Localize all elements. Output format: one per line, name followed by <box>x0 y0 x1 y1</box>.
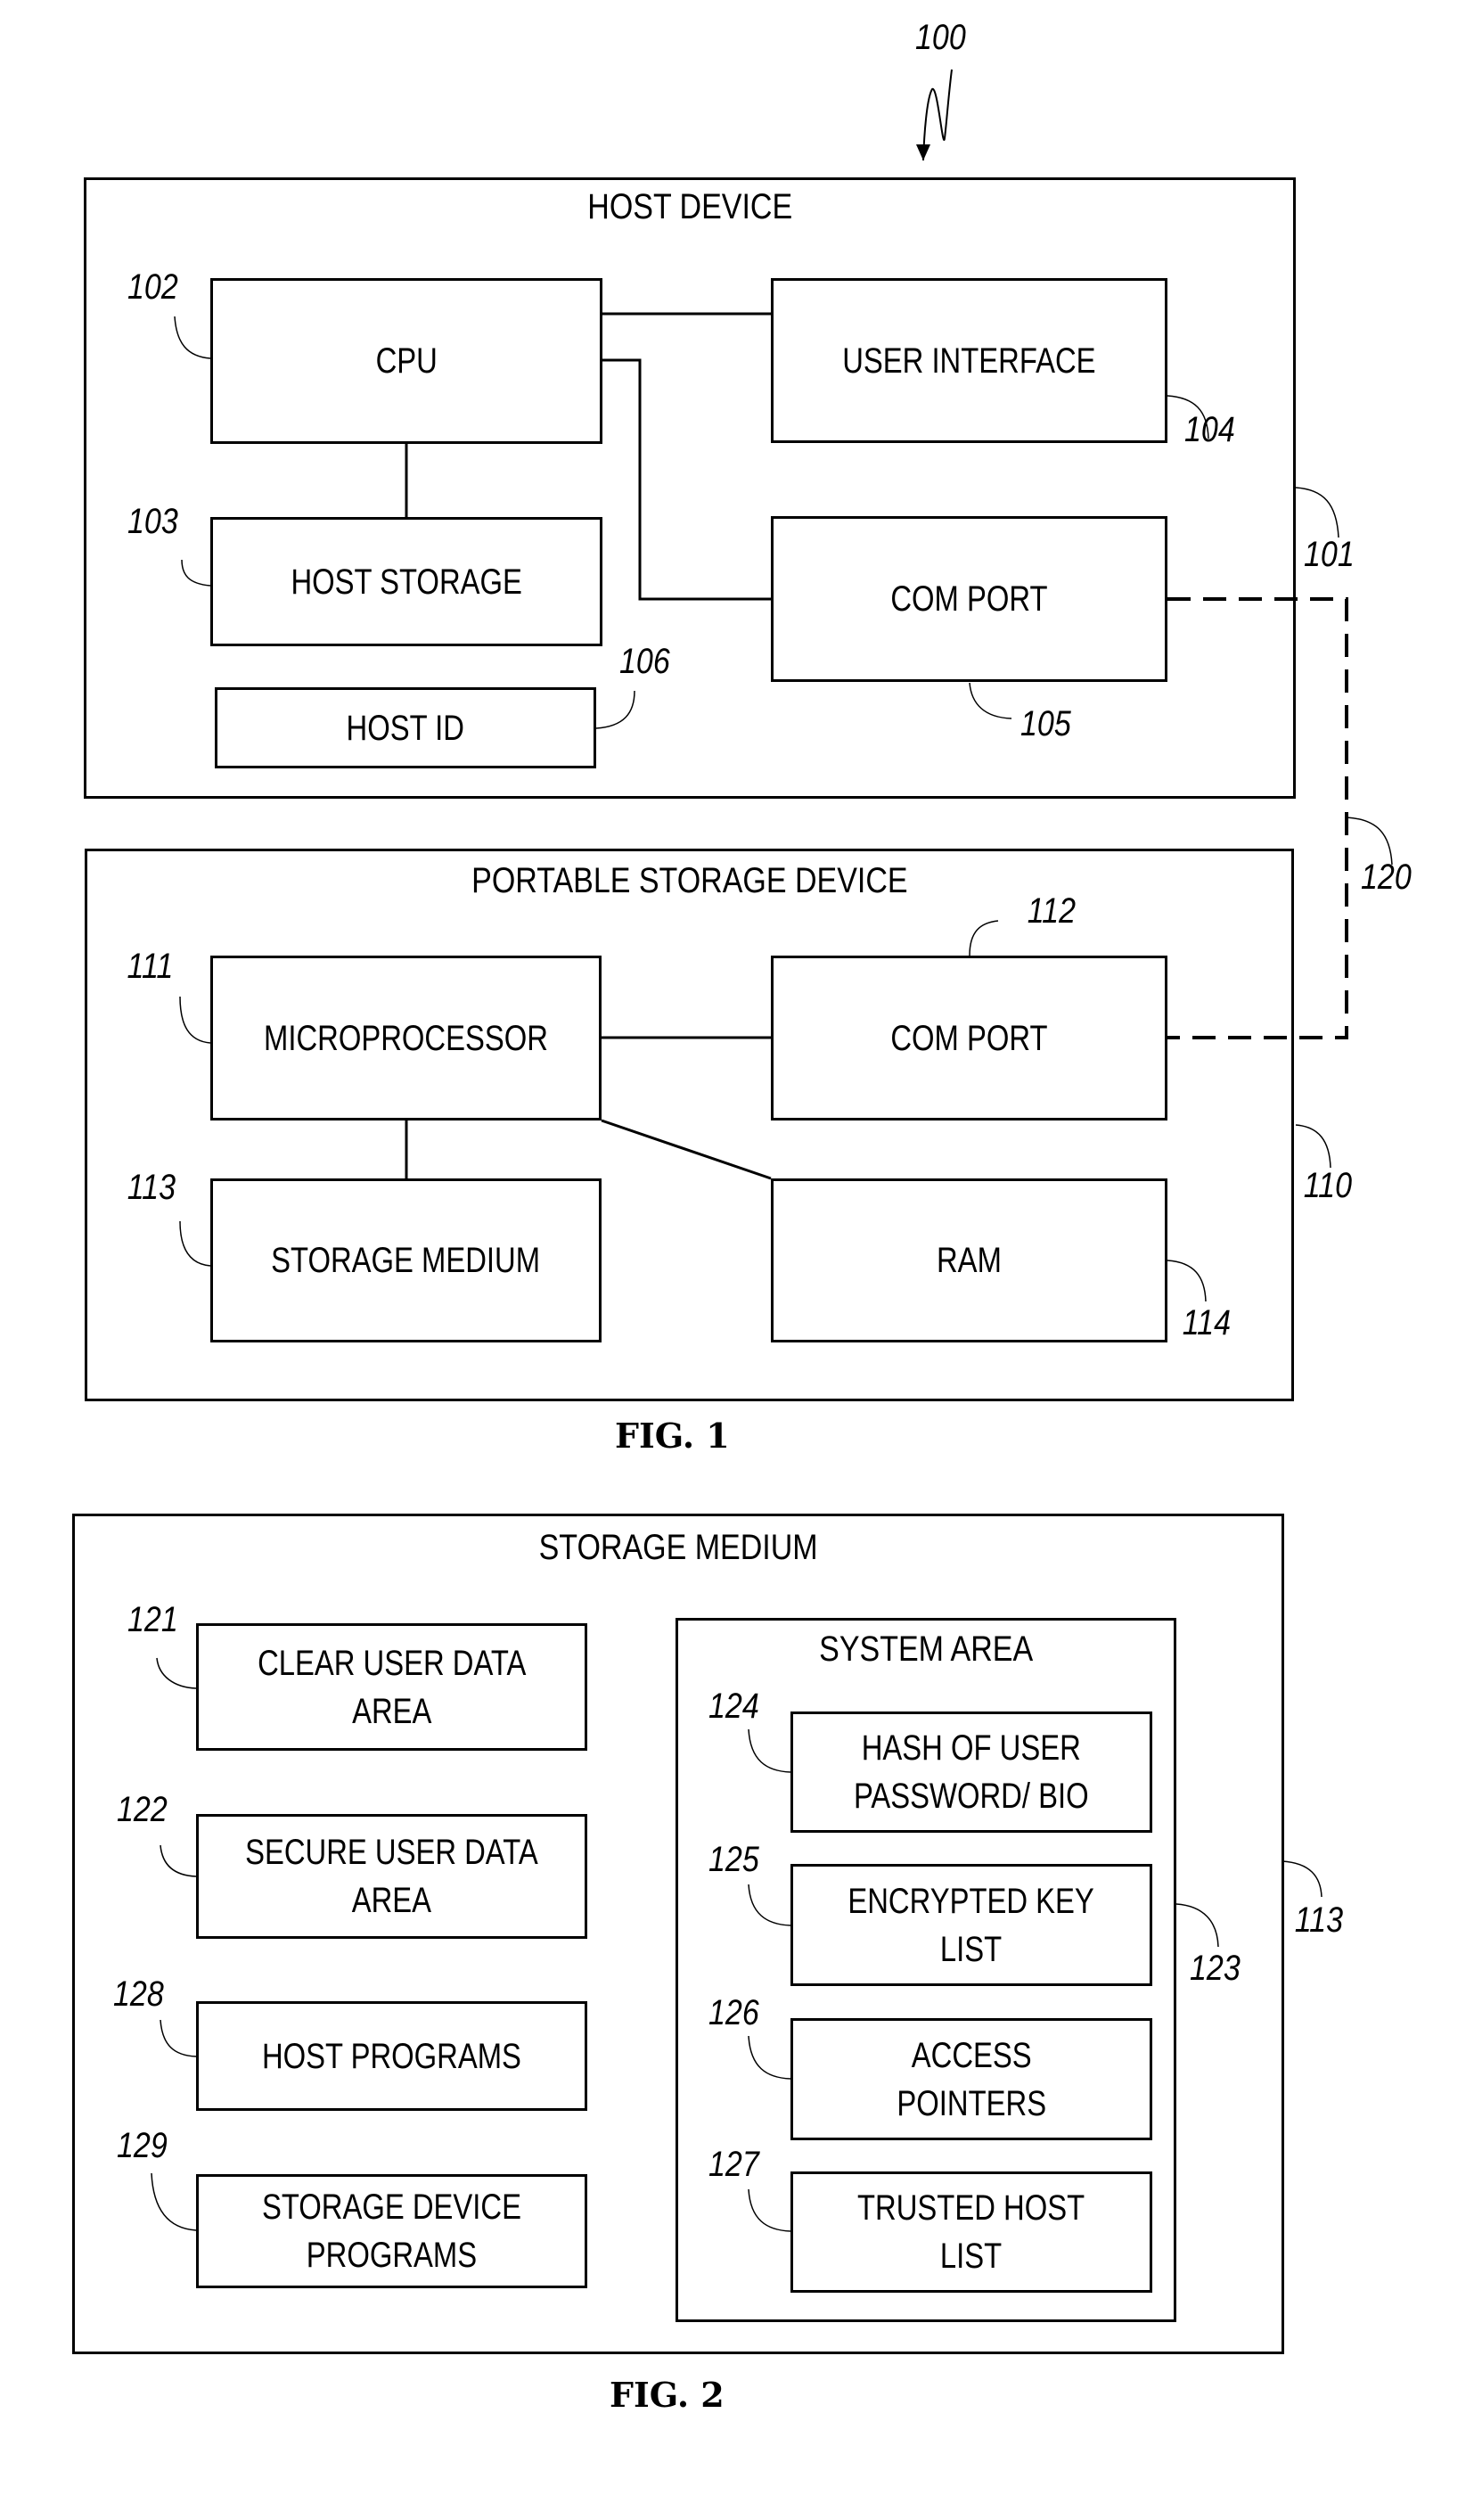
user-interface-block: USER INTERFACE <box>771 278 1167 443</box>
ref-105: 105 <box>1020 704 1071 743</box>
ref-112: 112 <box>1027 891 1076 931</box>
trusted-host-list-block: TRUSTED HOST LIST <box>790 2171 1152 2293</box>
ref-106: 106 <box>619 642 670 681</box>
ref-114: 114 <box>1182 1303 1231 1342</box>
ref-103: 103 <box>127 502 178 541</box>
system-area-title: SYSTEM AREA <box>819 1629 1033 1669</box>
ref-124: 124 <box>708 1687 759 1726</box>
host-com-port-block: COM PORT <box>771 516 1167 682</box>
ref-104: 104 <box>1184 410 1235 449</box>
secure-user-data-area-block: SECURE USER DATA AREA <box>196 1814 587 1939</box>
ram-block: RAM <box>771 1178 1167 1342</box>
ref-126: 126 <box>708 1993 759 2032</box>
ref-101: 101 <box>1304 535 1355 574</box>
ref-120: 120 <box>1361 858 1412 897</box>
clear-user-data-area-block: CLEAR USER DATA AREA <box>196 1623 587 1751</box>
microprocessor-block: MICROPROCESSOR <box>210 956 602 1120</box>
host-programs-block: HOST PROGRAMS <box>196 2001 587 2111</box>
system-ref-arrow <box>922 69 953 161</box>
encrypted-key-list-block: ENCRYPTED KEY LIST <box>790 1864 1152 1986</box>
ref-113: 113 <box>127 1168 176 1207</box>
figure-1-label: FIG. 1 <box>615 1416 730 1456</box>
ref-102: 102 <box>127 267 178 307</box>
ref-113-fig2: 113 <box>1294 1900 1343 1940</box>
ref-122: 122 <box>117 1790 168 1829</box>
ref-100: 100 <box>915 18 966 57</box>
ref-123: 123 <box>1190 1949 1241 1988</box>
access-pointers-block: ACCESS POINTERS <box>790 2018 1152 2140</box>
host-storage-block: HOST STORAGE <box>210 517 602 646</box>
storage-device-programs-block: STORAGE DEVICE PROGRAMS <box>196 2174 587 2288</box>
host-id-block: HOST ID <box>215 687 596 768</box>
figure-2-label: FIG. 2 <box>610 2375 725 2415</box>
portable-storage-device-title: PORTABLE STORAGE DEVICE <box>471 861 908 900</box>
ref-110: 110 <box>1303 1166 1352 1205</box>
arrowhead-icon <box>916 144 930 160</box>
ref-111: 111 <box>127 947 174 986</box>
storage-medium-title: STORAGE MEDIUM <box>538 1528 818 1567</box>
ref-125: 125 <box>708 1840 759 1879</box>
ref-127: 127 <box>708 2145 759 2184</box>
portable-com-port-block: COM PORT <box>771 956 1167 1120</box>
ref-128: 128 <box>113 1974 164 2014</box>
ref-129: 129 <box>117 2126 168 2165</box>
cpu-block: CPU <box>210 278 602 444</box>
host-device-title: HOST DEVICE <box>587 187 792 226</box>
storage-medium-block: STORAGE MEDIUM <box>210 1178 602 1342</box>
ref-121: 121 <box>127 1600 178 1639</box>
hash-of-user-password-block: HASH OF USER PASSWORD/ BIO <box>790 1711 1152 1833</box>
